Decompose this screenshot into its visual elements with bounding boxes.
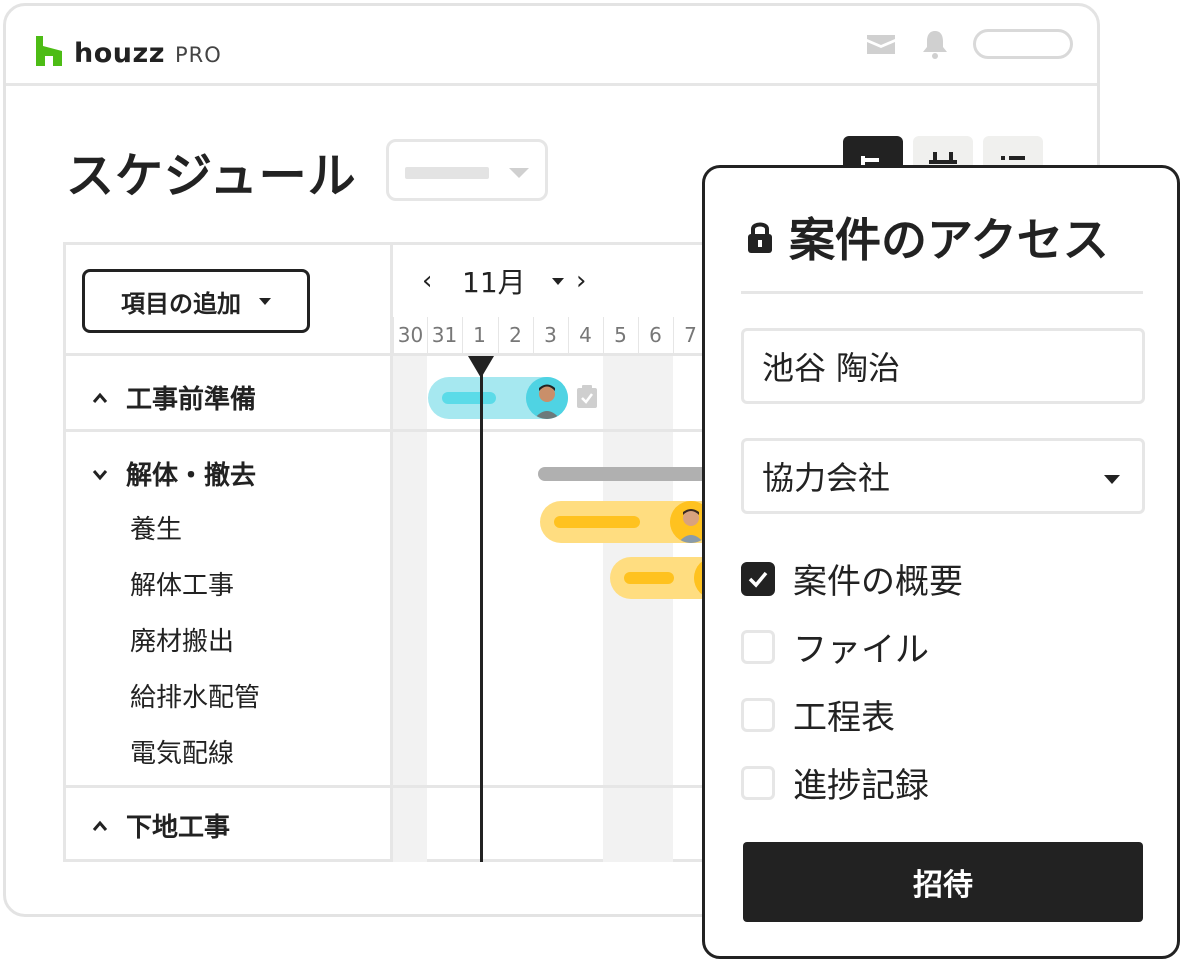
checkmark-icon xyxy=(748,571,768,588)
chevron-up-icon xyxy=(92,820,108,831)
day-cell: 1 xyxy=(462,317,496,353)
group-label: 工事前準備 xyxy=(126,385,257,415)
permission-checkbox[interactable] xyxy=(741,561,775,596)
chevron-up-icon xyxy=(92,392,108,403)
add-item-label: 項目の追加 xyxy=(121,289,241,318)
group-row-foundation[interactable]: 下地工事 xyxy=(92,807,230,844)
project-filter-select[interactable] xyxy=(386,139,548,201)
group-row-demolition[interactable]: 解体・撤去 xyxy=(92,455,256,492)
project-access-panel: 案件のアクセス 池谷 陶治 協力会社 案件の概要 ファイル 工程表 進捗記録 招… xyxy=(702,165,1180,959)
chevron-down-icon xyxy=(509,168,529,178)
permission-files[interactable]: ファイル xyxy=(741,622,929,671)
previous-month-button[interactable]: ‹ xyxy=(422,266,452,296)
grid-row-divider xyxy=(66,429,763,432)
task-label[interactable]: 養生 xyxy=(130,509,182,546)
chevron-down-icon xyxy=(92,469,108,480)
task-bar-progress xyxy=(442,392,496,404)
permission-label: 工程表 xyxy=(793,698,895,738)
panel-divider xyxy=(741,291,1143,294)
chevron-down-icon xyxy=(1104,475,1120,484)
day-cell: 31 xyxy=(427,317,461,353)
day-cell: 5 xyxy=(603,317,637,353)
add-item-button[interactable]: 項目の追加 xyxy=(82,269,310,333)
page-title: スケジュール xyxy=(66,148,357,204)
avatar xyxy=(526,377,568,419)
group-row-prep[interactable]: 工事前準備 xyxy=(92,379,256,416)
grid-header-divider xyxy=(66,353,763,356)
logo-wordmark: houzz xyxy=(74,38,165,69)
role-select-value: 協力会社 xyxy=(762,459,891,497)
task-bar-progress xyxy=(554,516,640,528)
day-cell: 30 xyxy=(393,317,427,353)
chevron-down-icon xyxy=(259,297,271,305)
next-month-button[interactable]: › xyxy=(576,266,586,296)
panel-title: 案件のアクセス xyxy=(747,204,1109,270)
month-navigator: ‹ 11月 › xyxy=(422,261,586,301)
permission-schedule[interactable]: 工程表 xyxy=(741,690,895,739)
day-cell: 6 xyxy=(638,317,672,353)
month-dropdown-icon[interactable] xyxy=(552,277,564,285)
grid-row-divider xyxy=(66,785,763,788)
logo-suffix: PRO xyxy=(174,43,222,67)
role-select[interactable]: 協力会社 xyxy=(741,438,1145,514)
group-label: 下地工事 xyxy=(126,813,231,843)
person-avatar-icon xyxy=(526,377,568,419)
bell-icon[interactable] xyxy=(919,28,951,60)
topbar-actions xyxy=(865,28,1073,60)
group-label: 解体・撤去 xyxy=(126,461,257,491)
day-cell: 2 xyxy=(498,317,532,353)
houzz-logo-icon xyxy=(36,36,62,66)
name-field[interactable]: 池谷 陶治 xyxy=(741,328,1145,404)
lock-icon xyxy=(748,222,772,253)
task-label[interactable]: 廃材搬出 xyxy=(130,621,234,658)
permission-checkbox[interactable] xyxy=(741,765,775,800)
day-cell: 3 xyxy=(533,317,567,353)
task-label[interactable]: 解体工事 xyxy=(130,565,234,602)
task-label[interactable]: 電気配線 xyxy=(130,733,234,770)
top-bar: houzz PRO xyxy=(6,6,1097,86)
select-placeholder xyxy=(405,167,489,179)
mail-icon[interactable] xyxy=(865,28,897,60)
panel-title-text: 案件のアクセス xyxy=(789,213,1109,267)
permission-label: ファイル xyxy=(793,630,929,670)
month-label: 11月 xyxy=(462,266,526,299)
permission-label: 案件の概要 xyxy=(793,562,963,602)
permission-checkbox[interactable] xyxy=(741,697,775,732)
today-line xyxy=(480,356,483,862)
task-bar-progress xyxy=(624,572,674,584)
permission-checkbox[interactable] xyxy=(741,629,775,664)
invite-button[interactable]: 招待 xyxy=(743,842,1143,922)
day-cell: 4 xyxy=(568,317,602,353)
permission-label: 進捗記録 xyxy=(793,766,929,806)
clipboard-icon[interactable] xyxy=(576,385,598,409)
permission-progress-log[interactable]: 進捗記録 xyxy=(741,758,929,807)
schedule-grid: 項目の追加 ‹ 11月 › 30 31 1 2 3 4 5 6 7 工事前準備 … xyxy=(63,242,773,862)
houzz-pro-logo[interactable]: houzz PRO xyxy=(36,32,222,69)
permission-overview[interactable]: 案件の概要 xyxy=(741,554,963,603)
account-menu[interactable] xyxy=(973,29,1073,59)
task-label[interactable]: 給排水配管 xyxy=(130,677,260,714)
today-marker-icon xyxy=(468,356,494,378)
